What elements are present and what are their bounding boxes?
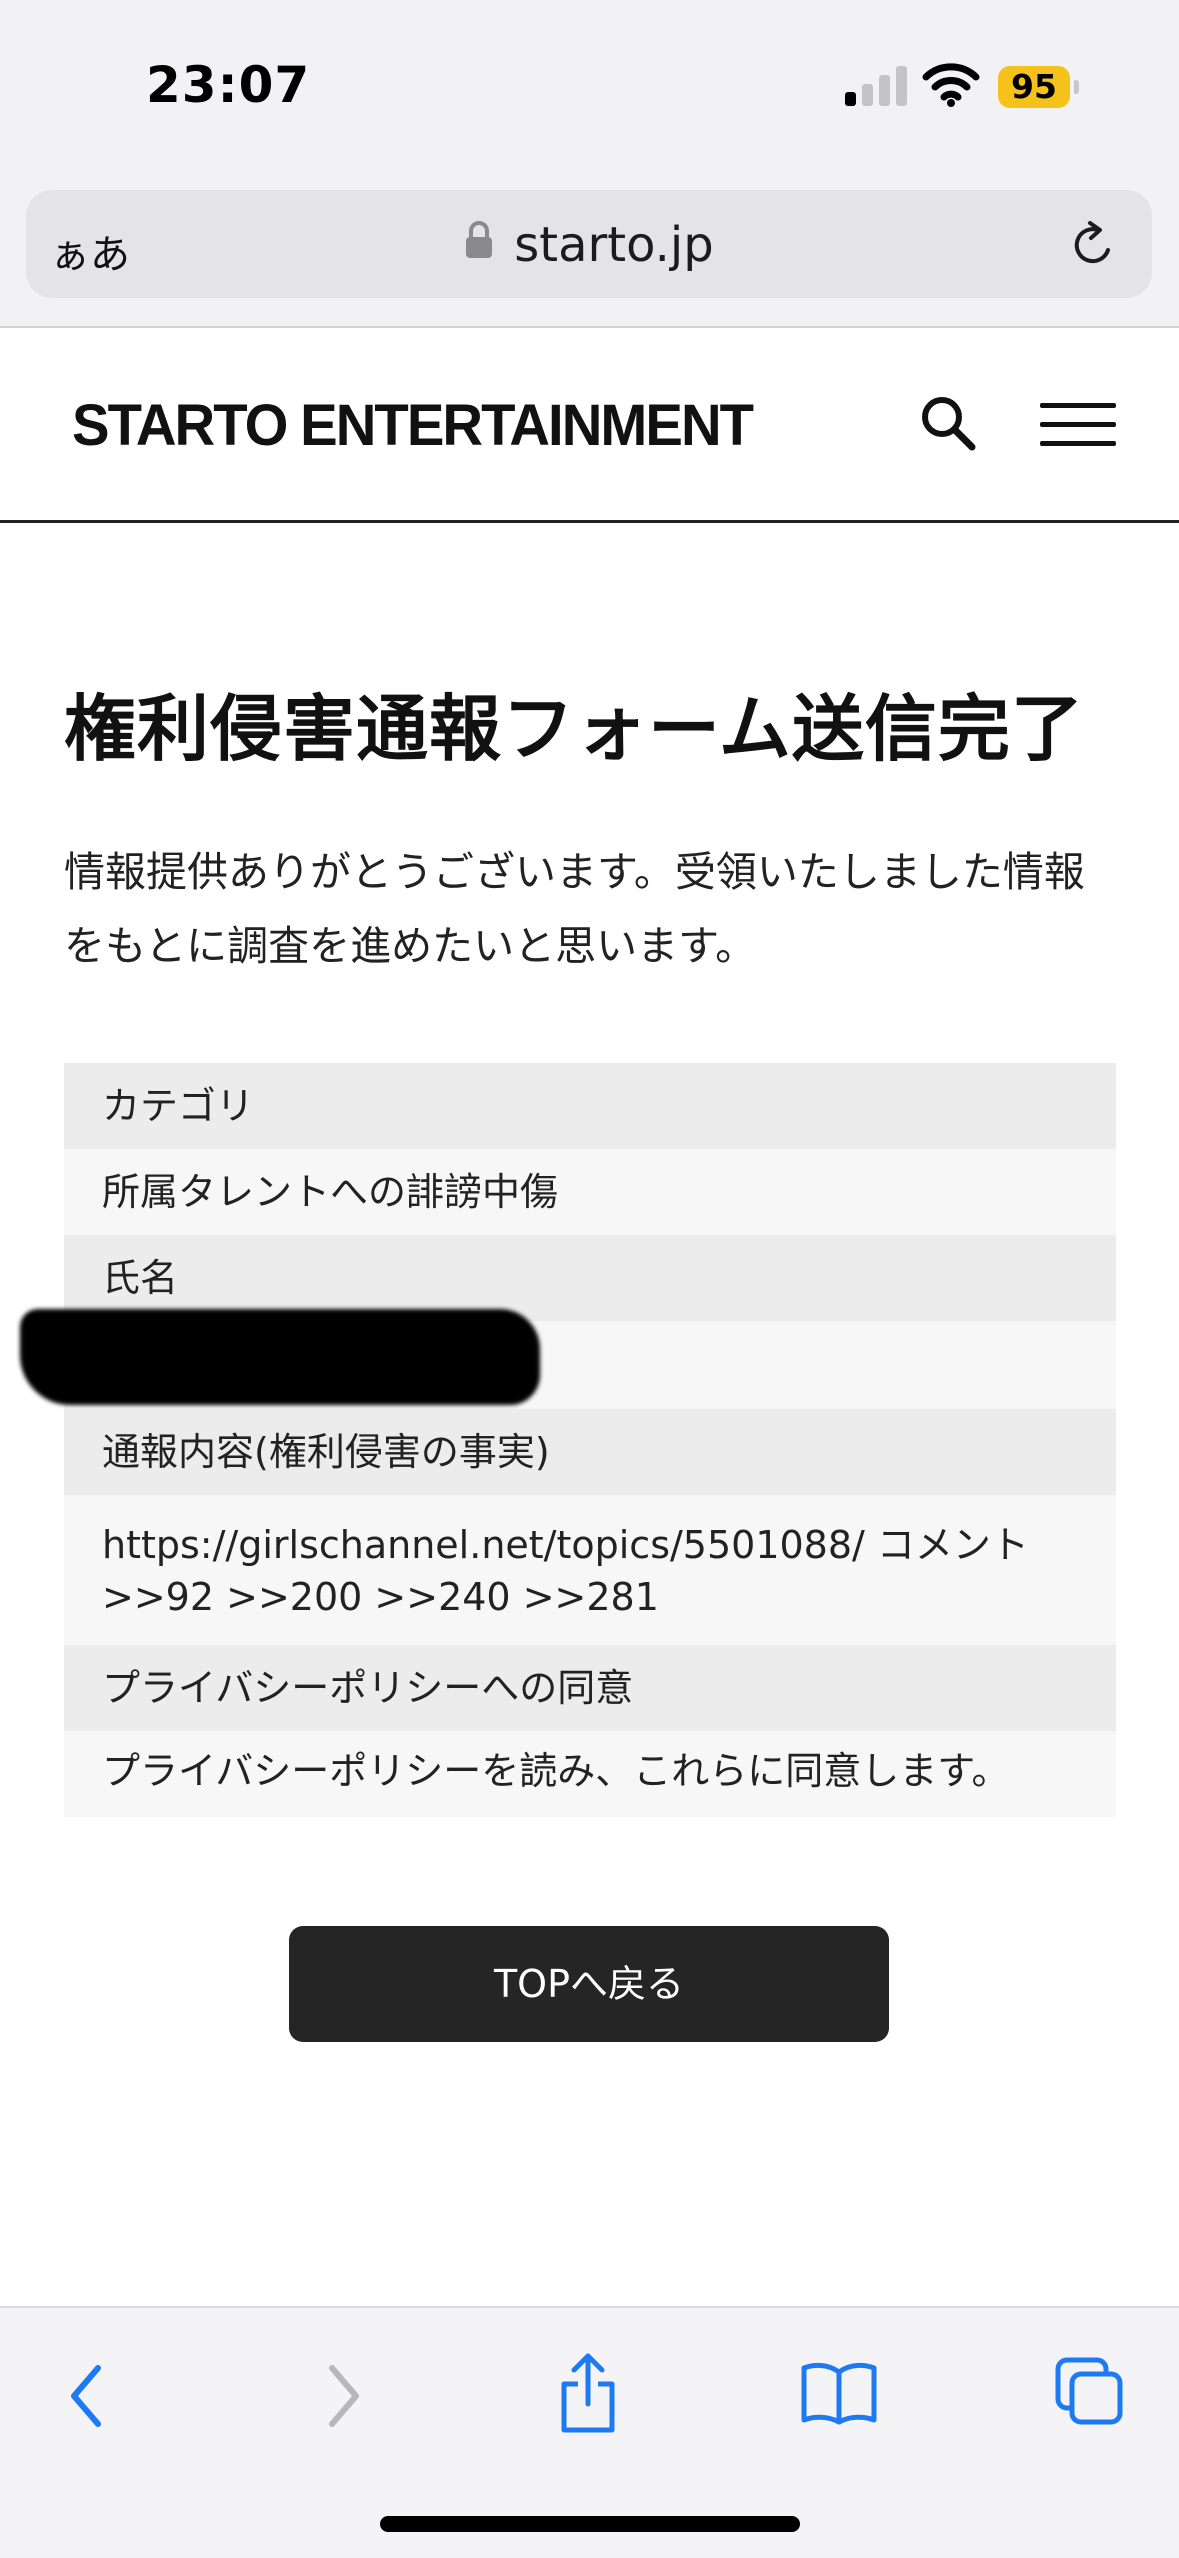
page-title: 権利侵害通報フォーム送信完了 bbox=[64, 687, 1084, 771]
search-icon[interactable] bbox=[918, 393, 978, 453]
field-value-report-content: https://girlschannel.net/topics/5501088/… bbox=[64, 1495, 1116, 1645]
url-display[interactable]: starto.jp bbox=[26, 190, 1152, 298]
submission-summary-table: カテゴリ 所属タレントへの誹謗中傷 氏名 通報内容(権利侵害の事実) https… bbox=[20, 1063, 1116, 1817]
field-value-category: 所属タレントへの誹謗中傷 bbox=[64, 1149, 1116, 1235]
url-text: starto.jp bbox=[514, 216, 714, 273]
battery-indicator: 95 bbox=[998, 66, 1070, 108]
back-chevron-icon[interactable] bbox=[62, 2358, 112, 2434]
home-indicator[interactable] bbox=[380, 2516, 800, 2532]
tabs-icon[interactable] bbox=[1054, 2356, 1126, 2428]
site-header: STARTO ENTERTAINMENT bbox=[0, 328, 1179, 523]
address-bar[interactable]: ぁあ starto.jp bbox=[26, 190, 1152, 298]
field-value-name bbox=[20, 1309, 1116, 1409]
bookmarks-icon[interactable] bbox=[800, 2360, 878, 2426]
intro-text: 情報提供ありがとうございます。受領いたしました情報をもとに調査を進めたいと思いま… bbox=[64, 848, 1085, 970]
back-to-top-button[interactable]: TOPへ戻る bbox=[289, 1926, 889, 2042]
wifi-icon bbox=[922, 63, 980, 107]
report-content-text: https://girlschannel.net/topics/5501088/… bbox=[102, 1523, 1029, 1619]
status-bar: 23:07 95 bbox=[0, 0, 1179, 180]
status-time: 23:07 bbox=[146, 56, 311, 114]
share-icon[interactable] bbox=[556, 2350, 620, 2436]
hamburger-menu-icon[interactable] bbox=[1040, 403, 1116, 447]
field-label-category: カテゴリ bbox=[64, 1063, 1116, 1149]
lock-icon bbox=[466, 220, 493, 258]
field-label-privacy-consent: プライバシーポリシーへの同意 bbox=[64, 1645, 1116, 1731]
field-value-privacy-consent: プライバシーポリシーを読み、これらに同意します。 bbox=[64, 1731, 1116, 1817]
field-label-report-content: 通報内容(権利侵害の事実) bbox=[64, 1409, 1116, 1495]
cellular-signal-icon bbox=[845, 64, 907, 106]
site-logo[interactable]: STARTO ENTERTAINMENT bbox=[72, 392, 754, 459]
reload-icon[interactable] bbox=[1068, 220, 1118, 270]
redaction-mark bbox=[20, 1309, 540, 1405]
address-bar-area: ぁあ starto.jp bbox=[0, 180, 1179, 328]
forward-chevron-icon[interactable] bbox=[318, 2358, 368, 2434]
battery-tip bbox=[1074, 80, 1079, 94]
